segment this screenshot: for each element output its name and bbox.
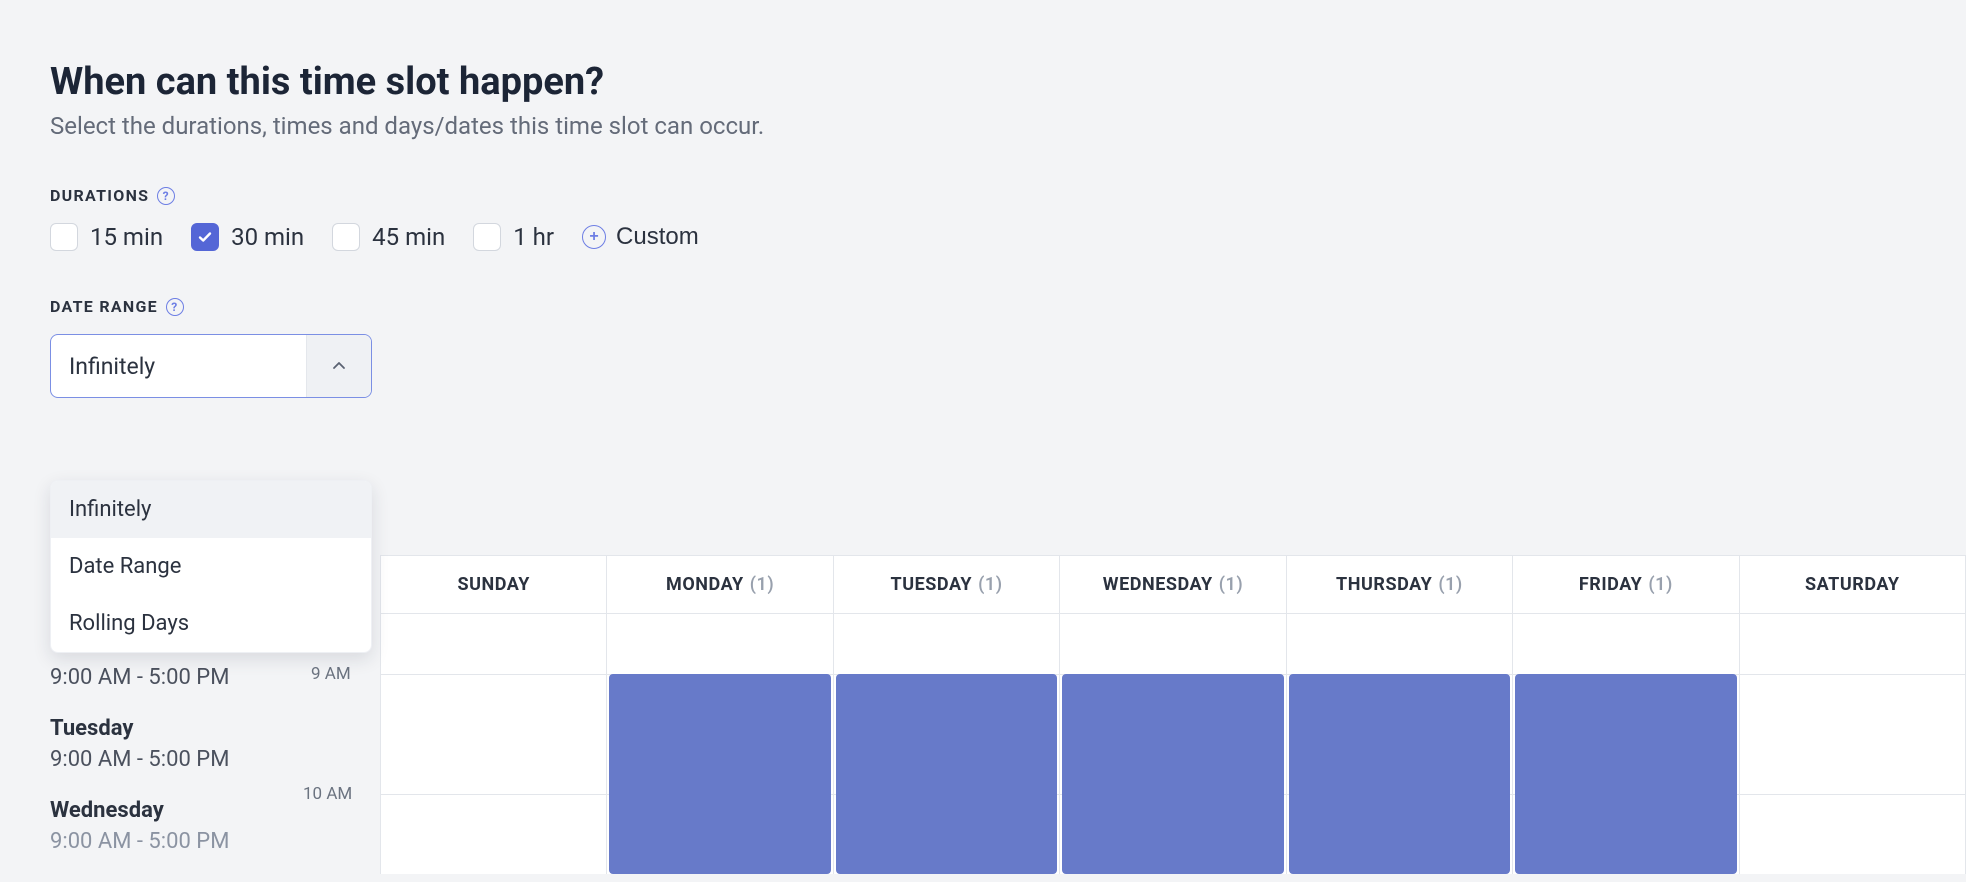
day-label: THURSDAY [1336,574,1432,595]
sidebar-day-block: Wednesday 9:00 AM - 5:00 PM [50,798,360,854]
duration-label: 1 hr [513,223,554,251]
calendar-wrap: SUNDAY MONDAY(1) TUESDAY(1) WEDNESDAY(1)… [380,555,1966,880]
calendar-col-thursday[interactable] [1287,614,1513,874]
availability-block[interactable] [1062,674,1283,874]
duration-option-1hr[interactable]: 1 hr [473,223,554,251]
calendar-col-wednesday[interactable] [1060,614,1286,874]
hour-label-9am: 9 AM [311,664,351,684]
calendar-col-tuesday[interactable] [834,614,1060,874]
calendar-col-saturday[interactable] [1740,614,1966,874]
duration-label: 15 min [90,223,163,251]
checkbox-icon[interactable] [332,223,360,251]
sidebar-day-block: Tuesday 9:00 AM - 5:00 PM [50,716,360,772]
calendar-grid: SUNDAY MONDAY(1) TUESDAY(1) WEDNESDAY(1)… [380,555,1966,874]
durations-row: 15 min 30 min 45 min 1 hr + Custom [50,223,1916,251]
calendar-header-saturday: SATURDAY [1740,556,1966,613]
duration-label: 45 min [372,223,445,251]
calendar-header-monday: MONDAY (1) [607,556,833,613]
day-label: TUESDAY [891,574,973,595]
calendar-col-friday[interactable] [1513,614,1739,874]
checkbox-icon[interactable] [191,223,219,251]
duration-option-45min[interactable]: 45 min [332,223,445,251]
checkbox-icon[interactable] [50,223,78,251]
day-count: (1) [978,574,1002,595]
custom-label: Custom [616,223,699,251]
sidebar-day-name: Tuesday [50,716,360,741]
availability-block[interactable] [609,674,830,874]
day-count: (1) [750,574,774,595]
dropdown-option-date-range[interactable]: Date Range [51,538,371,595]
date-range-dropdown: Infinitely Date Range Rolling Days [50,480,372,653]
durations-label: DURATIONS [50,186,149,205]
availability-block[interactable] [1289,674,1510,874]
date-range-label: DATE RANGE [50,297,158,316]
day-label: SUNDAY [457,574,529,595]
dropdown-option-rolling-days[interactable]: Rolling Days [51,595,371,652]
day-label: FRIDAY [1579,574,1643,595]
sidebar-day-range: 9:00 AM - 5:00 PM [50,747,360,772]
calendar-header-tuesday: TUESDAY(1) [834,556,1060,613]
day-label: SATURDAY [1805,574,1900,595]
chevron-up-icon[interactable] [306,335,371,397]
day-count: (1) [1219,574,1243,595]
duration-option-15min[interactable]: 15 min [50,223,163,251]
plus-circle-icon: + [582,225,606,249]
calendar-body[interactable]: 9 AM 10 AM [381,614,1966,874]
durations-label-row: DURATIONS ? [50,186,1916,205]
calendar-col-sunday[interactable] [381,614,607,874]
date-range-selected-value: Infinitely [51,335,306,397]
day-count: (1) [1438,574,1462,595]
duration-label: 30 min [231,223,304,251]
calendar-col-monday[interactable] [607,614,833,874]
date-range-select[interactable]: Infinitely [50,334,372,398]
calendar-header-row: SUNDAY MONDAY(1) TUESDAY(1) WEDNESDAY(1)… [381,556,1966,614]
page-title: When can this time slot happen? [50,60,1916,104]
availability-block[interactable] [836,674,1057,874]
day-count: (1) [1648,574,1672,595]
day-label: WEDNESDAY [1103,574,1213,595]
page-subtitle: Select the durations, times and days/dat… [50,112,1916,140]
help-icon[interactable]: ? [157,187,175,205]
calendar-header-sunday: SUNDAY [381,556,607,613]
checkbox-icon[interactable] [473,223,501,251]
calendar-header-friday: FRIDAY(1) [1513,556,1739,613]
add-custom-duration-button[interactable]: + Custom [582,223,699,251]
day-label: MONDAY [666,574,744,595]
dropdown-option-infinitely[interactable]: Infinitely [51,481,371,538]
calendar-header-wednesday: WEDNESDAY (1) [1060,556,1286,613]
sidebar-day-range: 9:00 AM - 5:00 PM [50,829,360,854]
calendar-header-thursday: THURSDAY (1) [1287,556,1513,613]
help-icon[interactable]: ? [166,298,184,316]
hour-label-10am: 10 AM [303,784,352,804]
date-range-label-row: DATE RANGE ? [50,297,1916,316]
duration-option-30min[interactable]: 30 min [191,223,304,251]
availability-block[interactable] [1515,674,1736,874]
